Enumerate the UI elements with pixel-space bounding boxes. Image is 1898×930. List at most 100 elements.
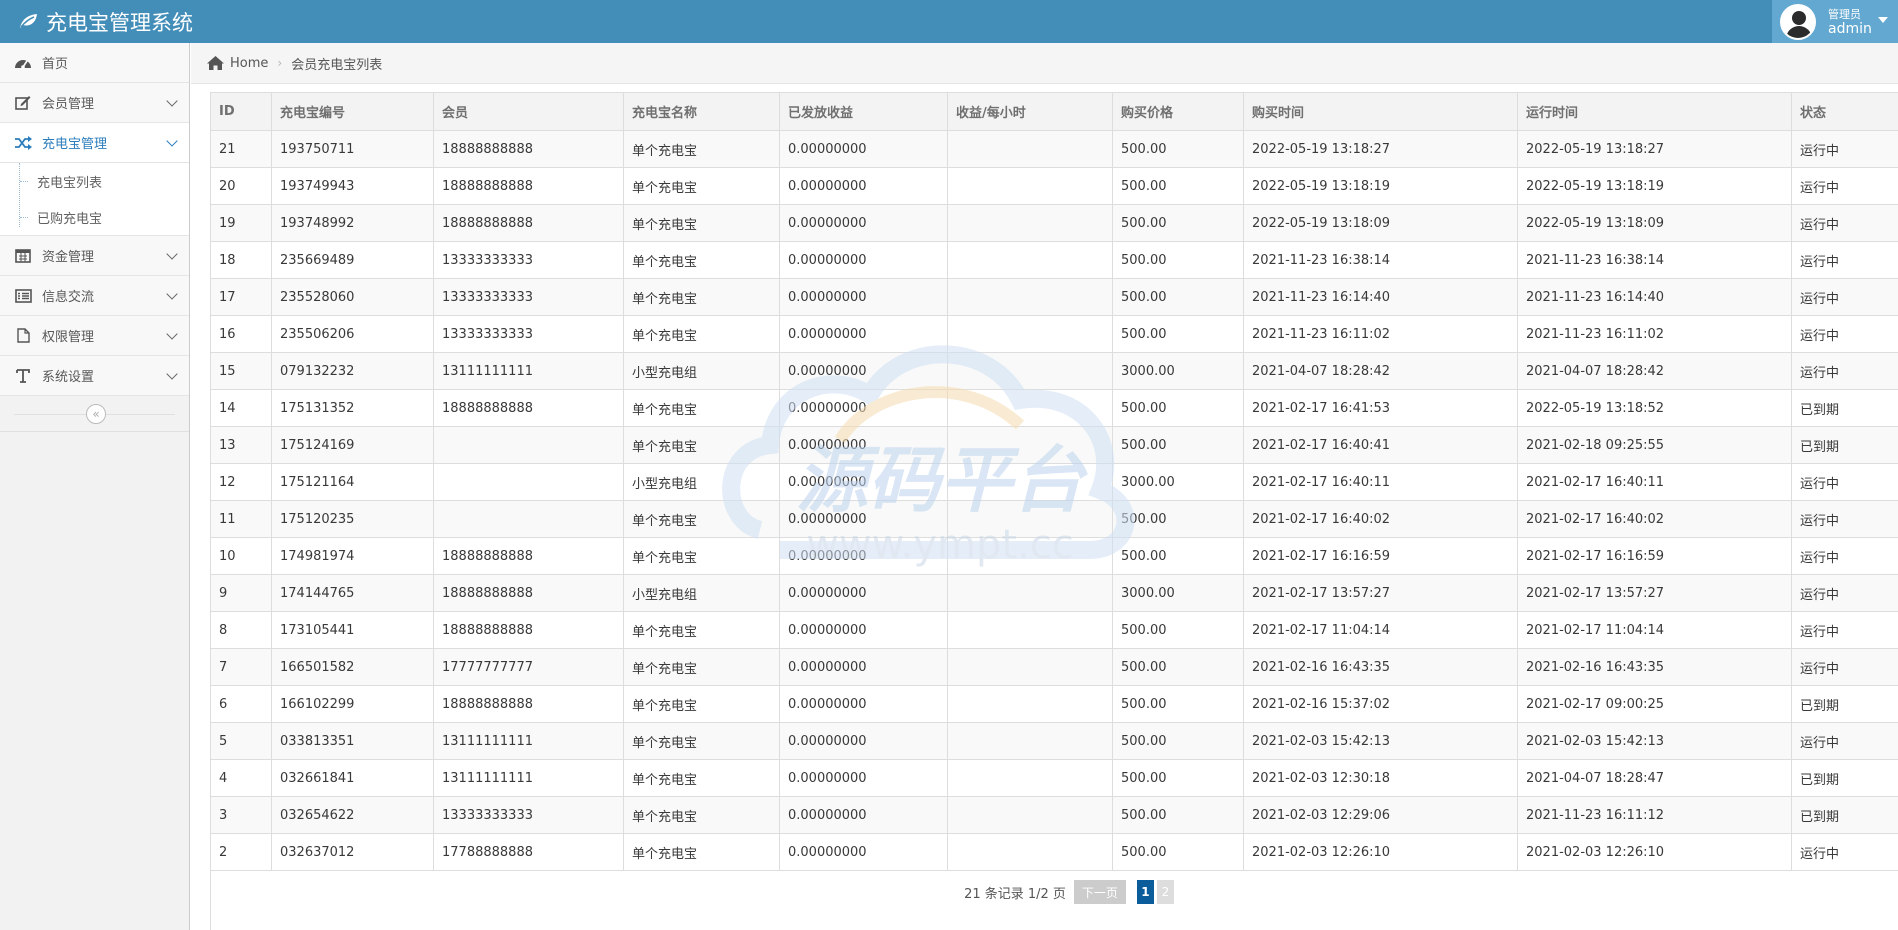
cell-earnings: 0.00000000 [779,278,948,316]
cell-hourly [947,685,1113,723]
sidebar-item-home[interactable]: 首页 [0,43,189,83]
cell-name: 单个充电宝 [623,537,780,575]
cell-hourly [947,796,1113,834]
cell-status: 运行中 [1791,315,1898,353]
cell-purchase-time: 2021-02-17 11:04:14 [1243,611,1518,649]
home-icon [207,56,224,70]
cell-run-time: 2022-05-19 13:18:19 [1517,167,1792,205]
chevron-down-icon [166,328,178,340]
user-name: admin [1828,20,1872,37]
double-chevron-left-icon[interactable]: « [86,404,106,424]
cell-run-time: 2021-02-17 09:00:25 [1517,685,1792,723]
chevron-down-icon [166,368,178,380]
cell-member: 18888888888 [433,537,624,575]
cell-number: 235528060 [271,278,434,316]
column-header-earnings: 已发放收益 [779,92,948,131]
cell-run-time: 2021-02-03 12:26:10 [1517,833,1792,871]
column-header-price: 购买价格 [1112,92,1244,131]
column-header-purchase-time: 购买时间 [1243,92,1518,131]
cell-hourly [947,500,1113,538]
cell-run-time: 2022-05-19 13:18:52 [1517,389,1792,427]
table-row: 16 235506206 13333333333 单个充电宝 0.00000000 500… [210,315,1898,353]
cell-id: 14 [210,389,272,427]
cell-hourly [947,130,1113,168]
cell-earnings: 0.00000000 [779,352,948,390]
cell-member [433,500,624,538]
cell-name: 单个充电宝 [623,315,780,353]
cell-name: 小型充电组 [623,574,780,612]
sidebar-item-settings[interactable]: 系统设置 [0,356,189,396]
user-menu[interactable]: 管理员 admin [1772,0,1898,43]
calendar-icon [12,248,34,264]
sidebar-item-label: 首页 [42,57,69,72]
cell-member: 18888888888 [433,204,624,242]
cell-number: 175124169 [271,426,434,464]
cell-number: 175121164 [271,463,434,501]
column-header-member: 会员 [433,92,624,131]
cell-status: 运行中 [1791,722,1898,760]
cell-earnings: 0.00000000 [779,685,948,723]
sidebar-subitem-purchased[interactable]: 已购充电宝 [0,199,189,235]
cell-name: 单个充电宝 [623,500,780,538]
cell-id: 20 [210,167,272,205]
cell-purchase-time: 2021-02-17 16:40:11 [1243,463,1518,501]
cell-status: 已到期 [1791,426,1898,464]
sidebar-item-label: 系统设置 [42,370,95,385]
list-icon [12,288,34,304]
sidebar-item-messages[interactable]: 信息交流 [0,276,189,316]
cell-id: 5 [210,722,272,760]
cell-number: 166501582 [271,648,434,686]
sidebar-item-permissions[interactable]: 权限管理 [0,316,189,356]
cell-run-time: 2021-02-17 16:40:02 [1517,500,1792,538]
cell-hourly [947,759,1113,797]
table-row: 3 032654622 13333333333 单个充电宝 0.00000000 500.… [210,796,1898,834]
cell-price: 500.00 [1112,648,1244,686]
brand[interactable]: 充电宝管理系统 [18,0,193,43]
next-page-button[interactable]: 下一页 [1073,880,1126,904]
cell-earnings: 0.00000000 [779,241,948,279]
breadcrumb-home-link[interactable]: Home [230,56,268,71]
cell-price: 500.00 [1112,204,1244,242]
cell-price: 3000.00 [1112,574,1244,612]
cell-status: 运行中 [1791,463,1898,501]
cell-run-time: 2021-02-17 16:40:11 [1517,463,1792,501]
cell-number: 173105441 [271,611,434,649]
file-icon [12,328,34,344]
cell-price: 500.00 [1112,537,1244,575]
cell-price: 3000.00 [1112,352,1244,390]
chevron-down-icon [166,288,178,300]
sidebar-subitem-powerbank-list[interactable]: 充电宝列表 [0,163,189,199]
random-icon [12,135,34,151]
cell-purchase-time: 2022-05-19 13:18:19 [1243,167,1518,205]
cell-hourly [947,315,1113,353]
sidebar-collapse-bar: « [0,396,189,432]
page-button[interactable]: 2 [1156,880,1174,904]
sidebar-item-members[interactable]: 会员管理 [0,83,189,123]
cell-member: 18888888888 [433,611,624,649]
sidebar-item-label: 会员管理 [42,97,95,112]
cell-member: 18888888888 [433,167,624,205]
cell-run-time: 2021-02-03 15:42:13 [1517,722,1792,760]
cell-price: 3000.00 [1112,463,1244,501]
cell-name: 小型充电组 [623,463,780,501]
table-row: 19 193748992 18888888888 单个充电宝 0.00000000 500… [210,204,1898,242]
table-row: 18 235669489 13333333333 单个充电宝 0.00000000 500… [210,241,1898,279]
cell-status: 运行中 [1791,130,1898,168]
column-header-number: 充电宝编号 [271,92,434,131]
cell-earnings: 0.00000000 [779,463,948,501]
chevron-down-icon [166,95,178,107]
cell-status: 运行中 [1791,241,1898,279]
sidebar-item-funds[interactable]: 资金管理 [0,236,189,276]
pagination-info: 21 条记录 1/2 页 [964,886,1066,902]
cell-purchase-time: 2021-04-07 18:28:42 [1243,352,1518,390]
cell-name: 单个充电宝 [623,389,780,427]
cell-hourly [947,204,1113,242]
breadcrumb-separator-icon: › [277,56,283,70]
cell-price: 500.00 [1112,278,1244,316]
cell-run-time: 2021-02-18 09:25:55 [1517,426,1792,464]
cell-run-time: 2021-04-07 18:28:47 [1517,759,1792,797]
chevron-down-icon [166,248,178,260]
sidebar-item-powerbanks[interactable]: 充电宝管理 [0,123,189,163]
cell-number: 032637012 [271,833,434,871]
page-button-current[interactable]: 1 [1136,880,1154,904]
